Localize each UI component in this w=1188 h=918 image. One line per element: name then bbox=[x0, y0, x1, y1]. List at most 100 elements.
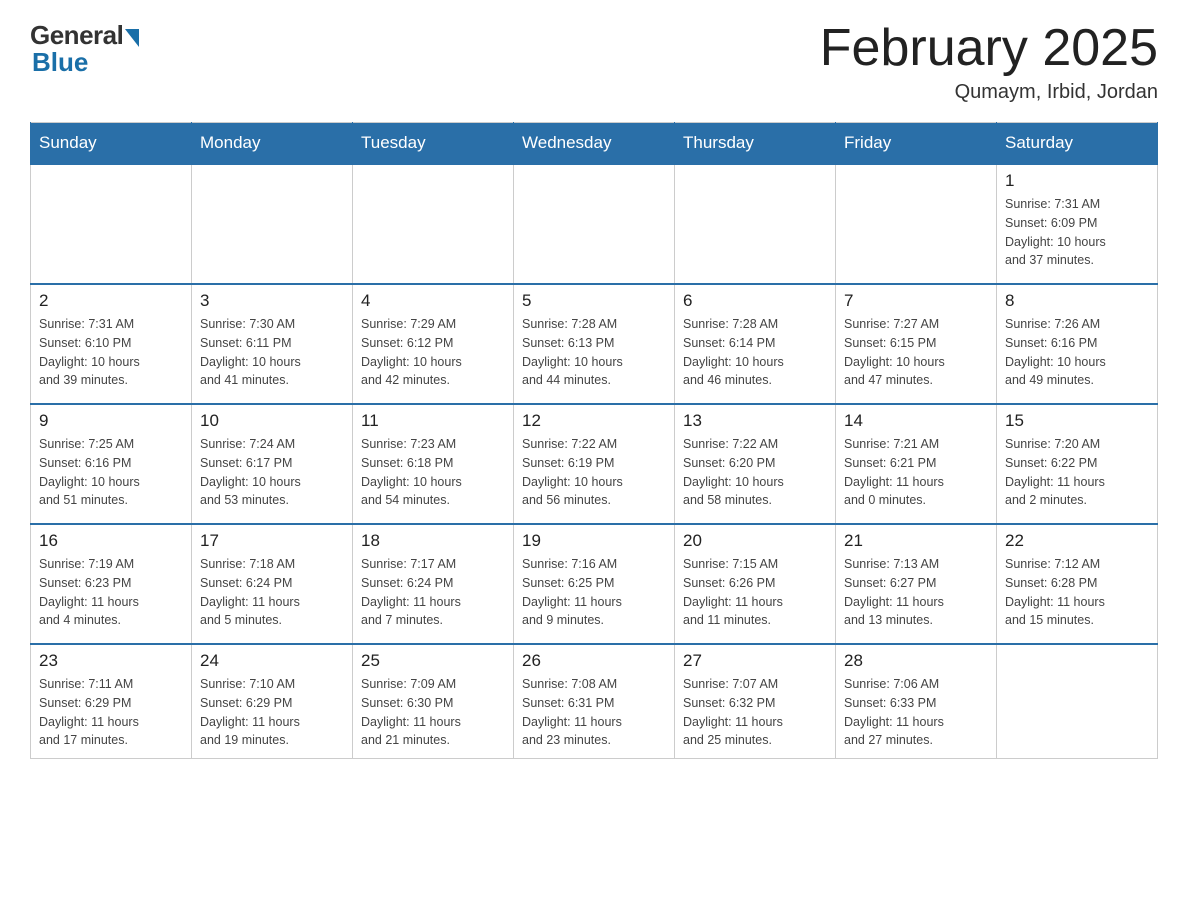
day-number: 2 bbox=[39, 291, 183, 311]
calendar-cell: 8 Sunrise: 7:26 AMSunset: 6:16 PMDaylight… bbox=[997, 284, 1158, 404]
weekday-header-sunday: Sunday bbox=[31, 123, 192, 165]
day-number: 10 bbox=[200, 411, 344, 431]
day-info: Sunrise: 7:12 AMSunset: 6:28 PMDaylight:… bbox=[1005, 555, 1149, 630]
calendar-cell: 5 Sunrise: 7:28 AMSunset: 6:13 PMDaylight… bbox=[514, 284, 675, 404]
title-block: February 2025 Qumaym, Irbid, Jordan bbox=[820, 20, 1158, 104]
day-info: Sunrise: 7:27 AMSunset: 6:15 PMDaylight:… bbox=[844, 315, 988, 390]
logo-blue-text: Blue bbox=[32, 47, 88, 78]
day-info: Sunrise: 7:31 AMSunset: 6:10 PMDaylight:… bbox=[39, 315, 183, 390]
calendar-cell: 19 Sunrise: 7:16 AMSunset: 6:25 PMDayligh… bbox=[514, 524, 675, 644]
day-info: Sunrise: 7:13 AMSunset: 6:27 PMDaylight:… bbox=[844, 555, 988, 630]
calendar-week-row-2: 2 Sunrise: 7:31 AMSunset: 6:10 PMDaylight… bbox=[31, 284, 1158, 404]
day-number: 24 bbox=[200, 651, 344, 671]
calendar-table: SundayMondayTuesdayWednesdayThursdayFrid… bbox=[30, 122, 1158, 759]
day-number: 27 bbox=[683, 651, 827, 671]
calendar-cell: 13 Sunrise: 7:22 AMSunset: 6:20 PMDayligh… bbox=[675, 404, 836, 524]
calendar-cell bbox=[353, 164, 514, 284]
calendar-cell bbox=[514, 164, 675, 284]
day-number: 7 bbox=[844, 291, 988, 311]
day-number: 13 bbox=[683, 411, 827, 431]
calendar-cell: 17Sunrise: 7:18 AMSunset: 6:24 PMDayligh… bbox=[192, 524, 353, 644]
day-info: Sunrise: 7:29 AMSunset: 6:12 PMDaylight:… bbox=[361, 315, 505, 390]
calendar-cell: 20 Sunrise: 7:15 AMSunset: 6:26 PMDayligh… bbox=[675, 524, 836, 644]
calendar-cell: 25 Sunrise: 7:09 AMSunset: 6:30 PMDayligh… bbox=[353, 644, 514, 759]
day-number: 4 bbox=[361, 291, 505, 311]
logo: General Blue bbox=[30, 20, 139, 78]
day-number: 23 bbox=[39, 651, 183, 671]
calendar-cell: 12Sunrise: 7:22 AMSunset: 6:19 PMDayligh… bbox=[514, 404, 675, 524]
calendar-cell: 9 Sunrise: 7:25 AMSunset: 6:16 PMDaylight… bbox=[31, 404, 192, 524]
day-number: 11 bbox=[361, 411, 505, 431]
calendar-cell bbox=[192, 164, 353, 284]
weekday-header-wednesday: Wednesday bbox=[514, 123, 675, 165]
day-info: Sunrise: 7:23 AMSunset: 6:18 PMDaylight:… bbox=[361, 435, 505, 510]
day-number: 1 bbox=[1005, 171, 1149, 191]
day-info: Sunrise: 7:25 AMSunset: 6:16 PMDaylight:… bbox=[39, 435, 183, 510]
calendar-week-row-1: 1 Sunrise: 7:31 AMSunset: 6:09 PMDaylight… bbox=[31, 164, 1158, 284]
calendar-cell: 1 Sunrise: 7:31 AMSunset: 6:09 PMDaylight… bbox=[997, 164, 1158, 284]
day-number: 3 bbox=[200, 291, 344, 311]
day-info: Sunrise: 7:09 AMSunset: 6:30 PMDaylight:… bbox=[361, 675, 505, 750]
day-info: Sunrise: 7:15 AMSunset: 6:26 PMDaylight:… bbox=[683, 555, 827, 630]
calendar-cell: 23 Sunrise: 7:11 AMSunset: 6:29 PMDayligh… bbox=[31, 644, 192, 759]
calendar-title: February 2025 bbox=[820, 20, 1158, 77]
day-info: Sunrise: 7:20 AMSunset: 6:22 PMDaylight:… bbox=[1005, 435, 1149, 510]
day-info: Sunrise: 7:28 AMSunset: 6:14 PMDaylight:… bbox=[683, 315, 827, 390]
weekday-header-friday: Friday bbox=[836, 123, 997, 165]
calendar-cell: 28Sunrise: 7:06 AMSunset: 6:33 PMDayligh… bbox=[836, 644, 997, 759]
weekday-header-tuesday: Tuesday bbox=[353, 123, 514, 165]
day-number: 17 bbox=[200, 531, 344, 551]
calendar-week-row-3: 9 Sunrise: 7:25 AMSunset: 6:16 PMDaylight… bbox=[31, 404, 1158, 524]
day-number: 5 bbox=[522, 291, 666, 311]
calendar-cell: 7 Sunrise: 7:27 AMSunset: 6:15 PMDaylight… bbox=[836, 284, 997, 404]
calendar-cell: 26 Sunrise: 7:08 AMSunset: 6:31 PMDayligh… bbox=[514, 644, 675, 759]
calendar-cell: 21 Sunrise: 7:13 AMSunset: 6:27 PMDayligh… bbox=[836, 524, 997, 644]
day-info: Sunrise: 7:11 AMSunset: 6:29 PMDaylight:… bbox=[39, 675, 183, 750]
calendar-cell: 24Sunrise: 7:10 AMSunset: 6:29 PMDayligh… bbox=[192, 644, 353, 759]
day-info: Sunrise: 7:21 AMSunset: 6:21 PMDaylight:… bbox=[844, 435, 988, 510]
calendar-cell: 16 Sunrise: 7:19 AMSunset: 6:23 PMDayligh… bbox=[31, 524, 192, 644]
day-info: Sunrise: 7:24 AMSunset: 6:17 PMDaylight:… bbox=[200, 435, 344, 510]
weekday-header-thursday: Thursday bbox=[675, 123, 836, 165]
day-number: 26 bbox=[522, 651, 666, 671]
day-info: Sunrise: 7:16 AMSunset: 6:25 PMDaylight:… bbox=[522, 555, 666, 630]
calendar-cell: 14 Sunrise: 7:21 AMSunset: 6:21 PMDayligh… bbox=[836, 404, 997, 524]
day-number: 9 bbox=[39, 411, 183, 431]
day-number: 21 bbox=[844, 531, 988, 551]
calendar-cell bbox=[836, 164, 997, 284]
calendar-cell bbox=[997, 644, 1158, 759]
day-number: 22 bbox=[1005, 531, 1149, 551]
day-number: 19 bbox=[522, 531, 666, 551]
calendar-cell: 18Sunrise: 7:17 AMSunset: 6:24 PMDayligh… bbox=[353, 524, 514, 644]
weekday-header-row: SundayMondayTuesdayWednesdayThursdayFrid… bbox=[31, 123, 1158, 165]
calendar-cell: 3 Sunrise: 7:30 AMSunset: 6:11 PMDaylight… bbox=[192, 284, 353, 404]
day-info: Sunrise: 7:31 AMSunset: 6:09 PMDaylight:… bbox=[1005, 195, 1149, 270]
day-number: 12 bbox=[522, 411, 666, 431]
day-info: Sunrise: 7:22 AMSunset: 6:20 PMDaylight:… bbox=[683, 435, 827, 510]
calendar-cell: 11 Sunrise: 7:23 AMSunset: 6:18 PMDayligh… bbox=[353, 404, 514, 524]
day-number: 16 bbox=[39, 531, 183, 551]
day-info: Sunrise: 7:30 AMSunset: 6:11 PMDaylight:… bbox=[200, 315, 344, 390]
day-number: 15 bbox=[1005, 411, 1149, 431]
day-number: 8 bbox=[1005, 291, 1149, 311]
day-info: Sunrise: 7:28 AMSunset: 6:13 PMDaylight:… bbox=[522, 315, 666, 390]
day-number: 18 bbox=[361, 531, 505, 551]
day-info: Sunrise: 7:26 AMSunset: 6:16 PMDaylight:… bbox=[1005, 315, 1149, 390]
calendar-cell: 4 Sunrise: 7:29 AMSunset: 6:12 PMDaylight… bbox=[353, 284, 514, 404]
calendar-week-row-4: 16 Sunrise: 7:19 AMSunset: 6:23 PMDayligh… bbox=[31, 524, 1158, 644]
calendar-cell: 2 Sunrise: 7:31 AMSunset: 6:10 PMDaylight… bbox=[31, 284, 192, 404]
day-info: Sunrise: 7:19 AMSunset: 6:23 PMDaylight:… bbox=[39, 555, 183, 630]
day-info: Sunrise: 7:08 AMSunset: 6:31 PMDaylight:… bbox=[522, 675, 666, 750]
day-number: 20 bbox=[683, 531, 827, 551]
calendar-location: Qumaym, Irbid, Jordan bbox=[820, 81, 1158, 104]
day-info: Sunrise: 7:07 AMSunset: 6:32 PMDaylight:… bbox=[683, 675, 827, 750]
day-number: 6 bbox=[683, 291, 827, 311]
day-number: 25 bbox=[361, 651, 505, 671]
calendar-cell: 22 Sunrise: 7:12 AMSunset: 6:28 PMDayligh… bbox=[997, 524, 1158, 644]
calendar-cell bbox=[31, 164, 192, 284]
day-info: Sunrise: 7:06 AMSunset: 6:33 PMDaylight:… bbox=[844, 675, 988, 750]
calendar-week-row-5: 23 Sunrise: 7:11 AMSunset: 6:29 PMDayligh… bbox=[31, 644, 1158, 759]
day-number: 14 bbox=[844, 411, 988, 431]
calendar-cell: 6 Sunrise: 7:28 AMSunset: 6:14 PMDaylight… bbox=[675, 284, 836, 404]
calendar-cell bbox=[675, 164, 836, 284]
